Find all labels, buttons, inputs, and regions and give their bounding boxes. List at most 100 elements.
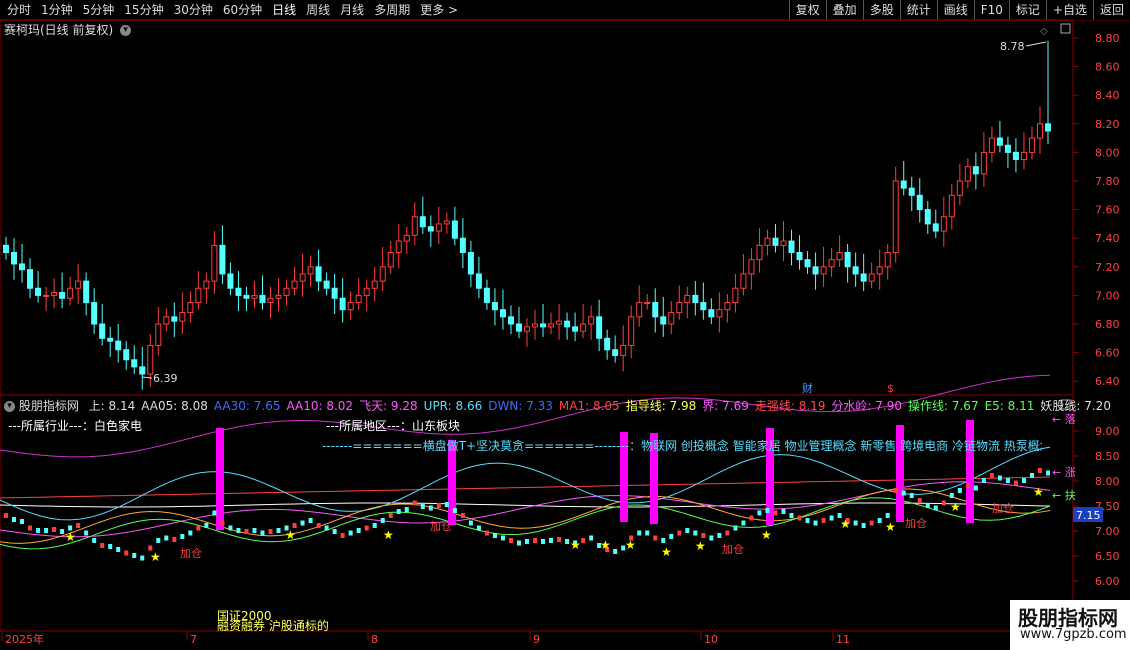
candle-body [620, 344, 627, 356]
candle-body [211, 244, 218, 282]
line-white [0, 502, 1051, 508]
indicator-candle [677, 530, 682, 536]
indicator-candle [276, 528, 281, 533]
buy-marker[interactable]: 加仓 [180, 546, 202, 560]
price-tick-label: 6.60 [1095, 347, 1120, 360]
candle-body [628, 316, 635, 346]
candle-body [700, 302, 707, 311]
candle-body [147, 344, 154, 375]
candle-body [908, 187, 915, 196]
indicator-value-7: MA1: 8.05 [558, 399, 620, 413]
indicator-candle [100, 543, 105, 548]
indicator-candle [557, 537, 562, 542]
finance-marker[interactable]: 财 [802, 381, 813, 395]
diamond-icon[interactable]: ◇ [1040, 26, 1048, 37]
candle-body [716, 309, 723, 318]
indicator-candle [693, 530, 698, 536]
candle-body [564, 320, 571, 328]
indicator-candle [821, 518, 826, 523]
indicator-candle [1029, 473, 1034, 478]
indicator-candle [60, 529, 65, 534]
candle-body [411, 216, 418, 236]
indicator-tick-label: 6.50 [1095, 550, 1120, 563]
star-icon: ★ [285, 528, 296, 542]
up-marker: ← 涨 [1052, 466, 1076, 479]
indicator-candle [933, 505, 938, 511]
signal-bar [216, 428, 224, 530]
price-tick-label: 8.20 [1095, 118, 1120, 131]
candle-body [43, 294, 50, 297]
buy-marker[interactable]: 加仓 [992, 501, 1014, 515]
price-tick-label: 7.60 [1095, 204, 1120, 217]
indicator-candle [685, 528, 690, 533]
indicator-candle [76, 523, 81, 528]
candle-body [676, 302, 683, 314]
indicator-candle [645, 530, 650, 536]
candle-body [572, 326, 579, 332]
indicator-candle [653, 535, 658, 541]
candle-body [844, 252, 851, 268]
indicator-candle [36, 528, 41, 533]
indicator-value-4: 飞天: 9.28 [359, 399, 418, 413]
panel-toggle-icon[interactable] [1060, 23, 1071, 34]
indicator-candle [156, 538, 161, 543]
candle-body [964, 166, 971, 182]
indicator-candle [476, 525, 481, 531]
indicator-candle [853, 520, 858, 526]
indicator-candle [885, 513, 890, 518]
indicator-candle [124, 550, 129, 556]
star-icon: ★ [840, 517, 851, 531]
candle-body [219, 244, 226, 275]
indicator-candle [492, 533, 497, 538]
indicator-candle [965, 483, 970, 488]
indicator-candle [372, 523, 377, 528]
candle-body [507, 316, 514, 325]
candle-body [459, 237, 466, 253]
chart-canvas[interactable]: 8.80 8.60 8.40 8.20 8.00 7.80 7.60 7.40 7.20 7.00… [0, 0, 1130, 650]
indicator-candle [949, 493, 954, 498]
candle-body [59, 292, 66, 299]
candle-body [532, 323, 539, 328]
indicator-candle [701, 533, 706, 538]
buy-marker[interactable]: 加仓 [430, 519, 452, 533]
candle-body [828, 259, 835, 268]
indicator-candle [805, 518, 810, 523]
candle-body [235, 287, 242, 296]
candle-body [948, 194, 955, 218]
buy-marker[interactable]: 加仓 [905, 516, 927, 530]
star-icon: ★ [570, 538, 581, 552]
candle-body [443, 220, 450, 225]
candle-body [179, 312, 186, 322]
candle-body [588, 316, 595, 325]
candle-body [956, 180, 963, 196]
candle-body [852, 266, 859, 275]
indicator-candle [300, 520, 305, 526]
indicator-settings-icon[interactable]: ▾ [4, 401, 15, 412]
warn-marker[interactable]: $ [887, 382, 894, 395]
candle-body [75, 280, 82, 289]
candle-body [419, 216, 426, 228]
low-price-label: 6.39 [153, 372, 178, 385]
indicator-candle [84, 530, 89, 536]
high-price-label: 8.78 [1000, 40, 1025, 53]
price-candles [3, 40, 1051, 390]
indicator-candle [460, 513, 465, 518]
indicator-candle [12, 517, 17, 522]
candle-body [692, 294, 699, 304]
indicator-candle [364, 525, 369, 531]
candle-body [323, 280, 330, 289]
indicator-candle [28, 525, 33, 531]
star-icon: ★ [65, 530, 76, 544]
price-tick-label: 7.00 [1095, 289, 1120, 302]
indicator-candle [957, 488, 962, 493]
price-tick-label: 8.00 [1095, 146, 1120, 159]
candle-body [35, 287, 42, 296]
indicator-candle [717, 533, 722, 538]
signal-bar [966, 420, 974, 523]
indicator-candle [420, 504, 425, 509]
candle-body [996, 137, 1003, 146]
price-tick-label: 6.80 [1095, 318, 1120, 331]
buy-marker[interactable]: 加仓 [722, 542, 744, 556]
candle-body [371, 280, 378, 289]
candle-body [604, 337, 611, 351]
